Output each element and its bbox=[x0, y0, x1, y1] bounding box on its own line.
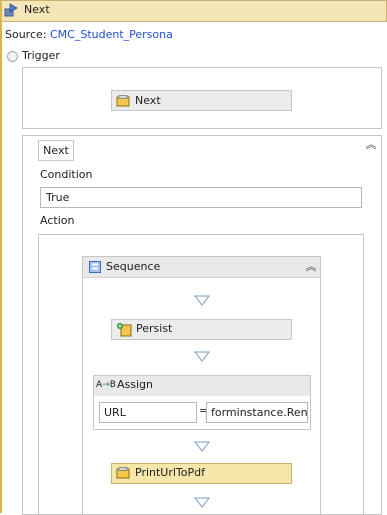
sequence-label: Sequence bbox=[106, 260, 161, 273]
condition-label: Condition bbox=[40, 168, 93, 181]
source-line: Source: CMC_Student_Persona bbox=[5, 28, 173, 42]
accent-strip bbox=[0, 22, 2, 513]
trigger-label: Trigger bbox=[22, 49, 60, 62]
activity-icon bbox=[116, 467, 130, 479]
workflow-arrow-icon bbox=[4, 3, 18, 17]
flow-arrow-icon bbox=[194, 351, 210, 362]
designer-title: Next bbox=[24, 3, 50, 16]
source-label: Source: bbox=[5, 28, 47, 41]
action-label: Action bbox=[40, 214, 75, 227]
rule-name-tab[interactable]: Next bbox=[38, 140, 74, 161]
collapse-icon[interactable]: ︽ bbox=[304, 260, 318, 274]
collapse-icon[interactable]: ︽ bbox=[364, 138, 378, 152]
sequence-icon bbox=[89, 261, 101, 273]
flow-arrow-icon bbox=[194, 441, 210, 452]
assign-value-field[interactable]: forminstance.Rend bbox=[206, 402, 308, 423]
flow-arrow-icon bbox=[194, 295, 210, 306]
source-link[interactable]: CMC_Student_Persona bbox=[50, 28, 173, 41]
designer-header bbox=[0, 0, 387, 22]
print-url-to-pdf-label: PrintUrlToPdf bbox=[135, 466, 206, 479]
activity-icon bbox=[116, 95, 130, 107]
trigger-activity-label: Next bbox=[135, 94, 161, 107]
assign-to-field[interactable]: URL bbox=[99, 402, 197, 423]
persist-label: Persist bbox=[136, 322, 173, 335]
assign-icon: A→B bbox=[96, 380, 116, 390]
assign-label: Assign bbox=[117, 378, 153, 391]
trigger-radio[interactable] bbox=[7, 51, 18, 62]
condition-input[interactable]: True bbox=[40, 187, 362, 208]
persist-icon bbox=[117, 323, 132, 337]
flow-arrow-icon bbox=[194, 497, 210, 508]
